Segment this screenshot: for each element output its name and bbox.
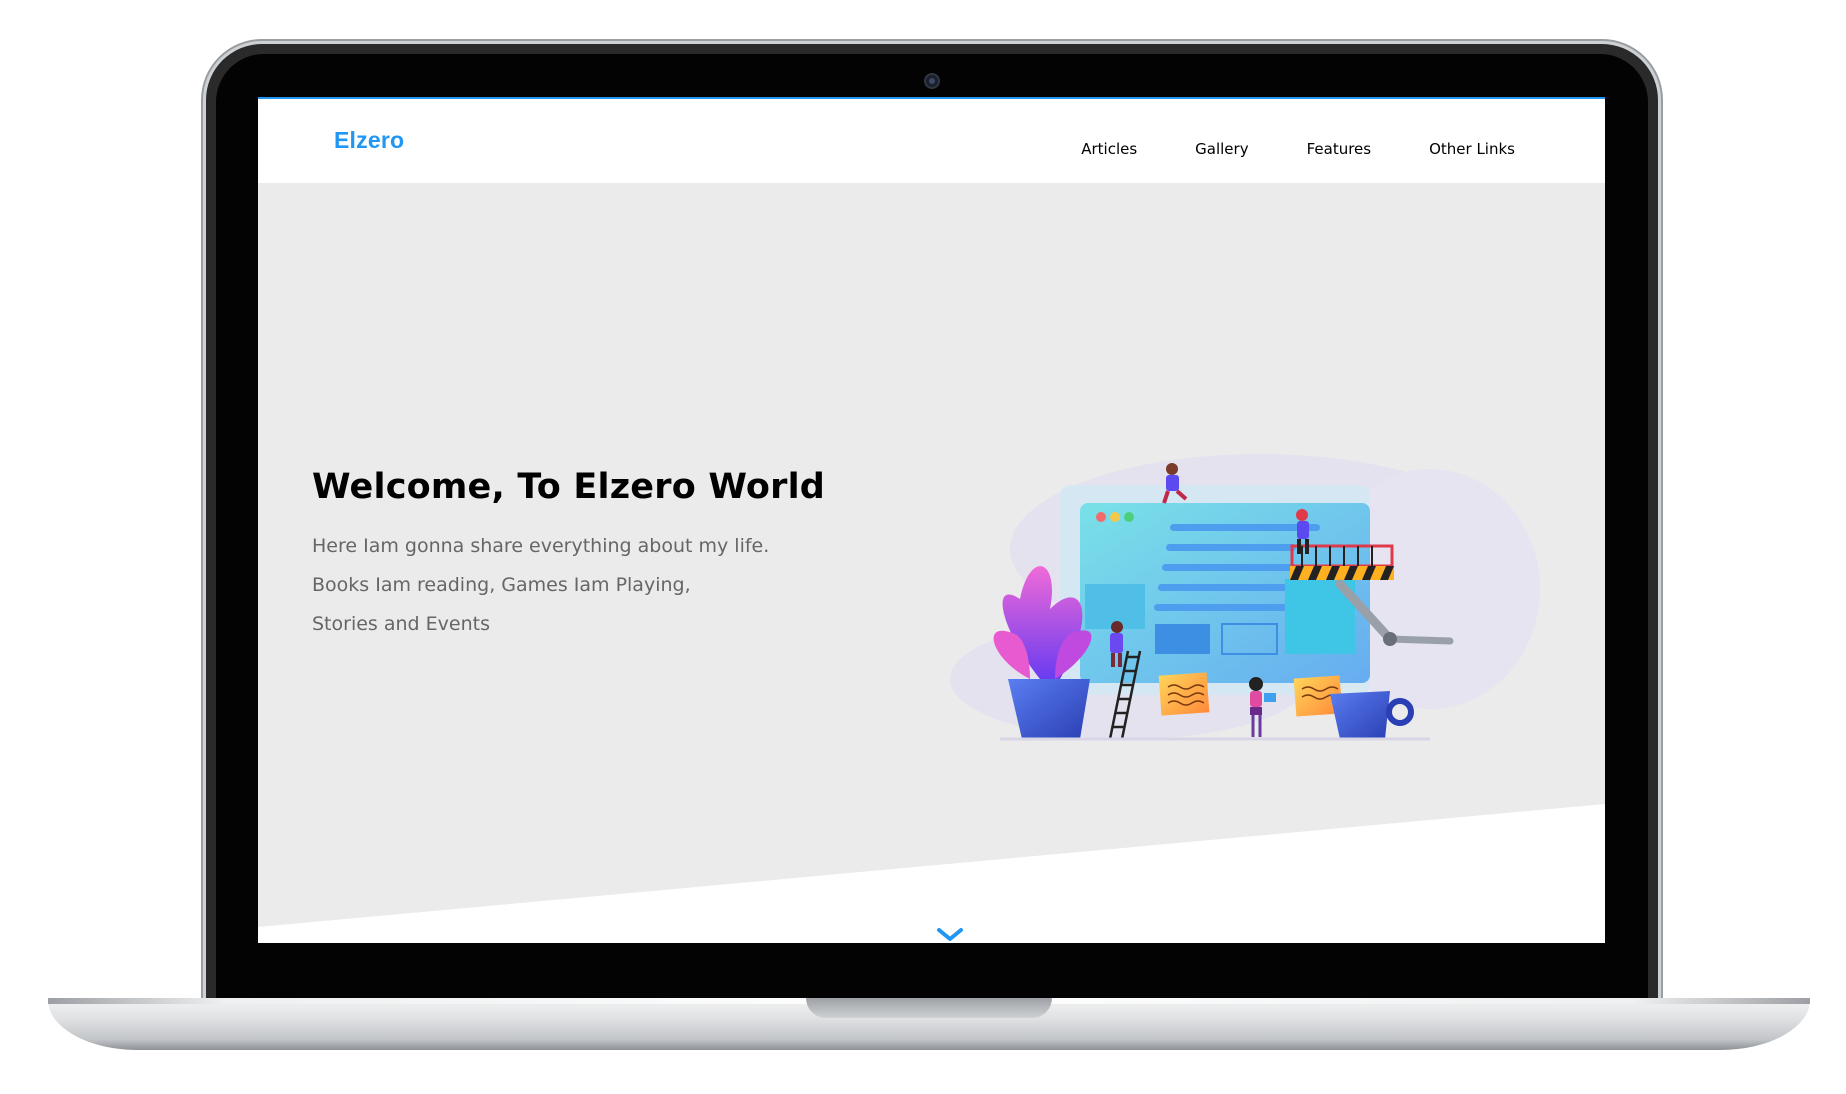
laptop-hinge [806,998,1052,1018]
hero-line: Books Iam reading, Games Iam Playing, [312,574,691,596]
site-logo[interactable]: Elzero [334,127,404,154]
laptop-screen: Elzero Articles Gallery Features Other L… [258,97,1605,943]
nav-link-articles[interactable]: Articles [1052,99,1166,183]
nav-link-other-links[interactable]: Other Links [1400,99,1605,183]
webcam-icon [924,73,940,89]
web-builders-illustration [950,454,1540,741]
main-nav: Articles Gallery Features Other Links [1052,99,1605,183]
hero-line: Here Iam gonna share everything about my… [312,535,770,557]
hero-line: Stories and Events [312,613,490,635]
hero-title: Welcome, To Elzero World [312,467,826,507]
site-header: Elzero Articles Gallery Features Other L… [258,99,1605,183]
nav-link-gallery[interactable]: Gallery [1166,99,1277,183]
hero-intro: Welcome, To Elzero World Here Iam gonna … [312,467,912,644]
chevron-down-icon[interactable] [936,927,964,943]
nav-link-features[interactable]: Features [1278,99,1401,183]
hero-description: Here Iam gonna share everything about my… [312,527,912,644]
